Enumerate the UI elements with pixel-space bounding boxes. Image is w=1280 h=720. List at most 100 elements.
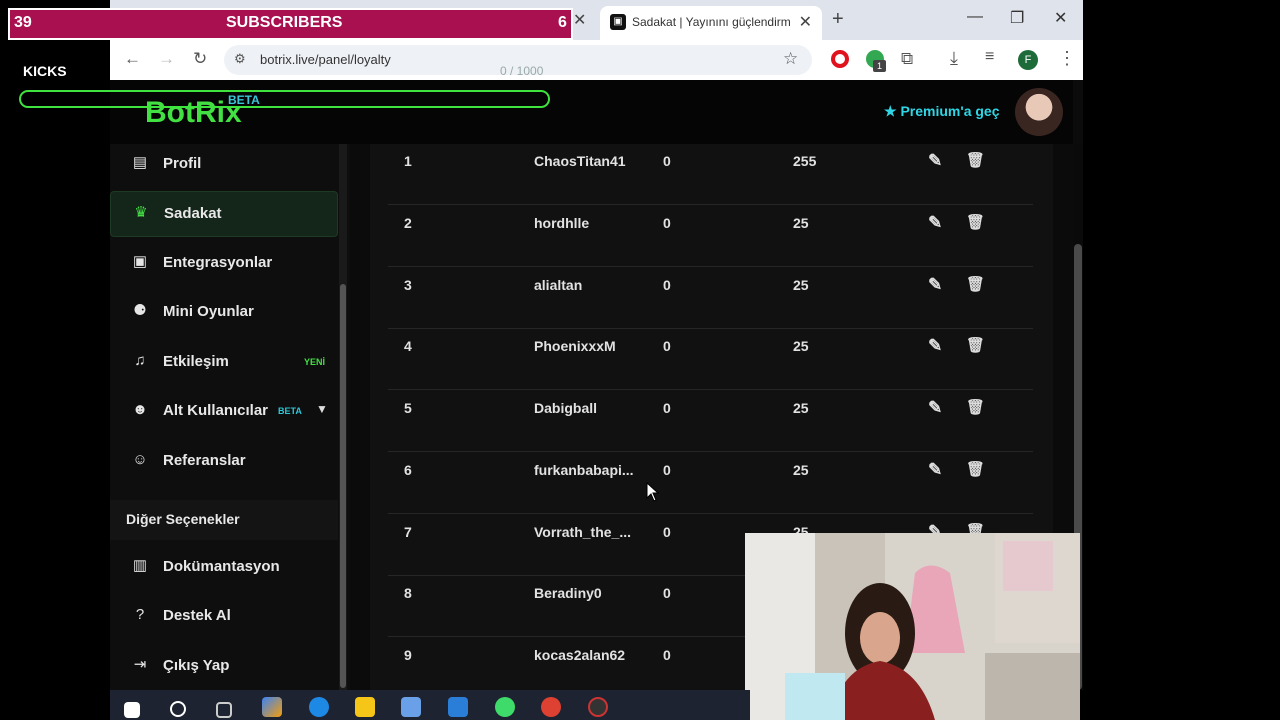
- delete-trash-icon[interactable]: 🗑: [966, 275, 985, 293]
- site-info-icon[interactable]: ⚙: [234, 51, 246, 67]
- id-card-icon: ▤: [132, 154, 148, 171]
- username-cell: alialtan: [534, 277, 583, 293]
- profile-avatar[interactable]: F: [1018, 50, 1038, 70]
- rank-cell: 3: [404, 277, 412, 293]
- sidebar-item-label: Alt Kullanıcılar: [163, 402, 269, 419]
- edit-pencil-icon[interactable]: ✎: [928, 151, 942, 171]
- sidebar-item-dok-mantasyon[interactable]: ▥ Dokümantasyon: [110, 545, 338, 591]
- delete-trash-icon[interactable]: 🗑: [966, 460, 985, 478]
- webcam-feed: [745, 533, 1080, 720]
- reload-icon[interactable]: ↻: [193, 49, 207, 69]
- edit-pencil-icon[interactable]: ✎: [928, 213, 942, 233]
- user-avatar[interactable]: [1015, 88, 1063, 136]
- edit-pencil-icon[interactable]: ✎: [928, 398, 942, 418]
- tab-title: Sadakat | Yayınını güçlendirmek: [632, 15, 790, 29]
- task-view-icon[interactable]: [216, 702, 232, 718]
- table-row: 3 alialtan 0 25 ✎ 🗑: [388, 267, 1033, 329]
- delete-trash-icon[interactable]: 🗑: [966, 151, 985, 169]
- back-icon[interactable]: ←: [124, 49, 141, 69]
- premium-button[interactable]: ★ Premium'a geç: [884, 103, 1000, 120]
- subscribers-target: 6: [558, 14, 567, 31]
- username-cell: hordhlle: [534, 215, 590, 231]
- sidebar-item-referanslar[interactable]: ☺ Referanslar: [110, 439, 338, 485]
- tab-active[interactable]: ▣ Sadakat | Yayınını güçlendirmek ✕: [600, 6, 822, 40]
- mail-icon[interactable]: [448, 697, 468, 717]
- points-cell: 25: [793, 462, 809, 478]
- points-cell: 255: [793, 153, 817, 169]
- sidebar-item-etkile-im[interactable]: ♫ Etkileşim YENİ: [110, 340, 338, 386]
- mouse-cursor-icon: [646, 482, 660, 502]
- table-row: 6 furkanbabapi... 0 25 ✎ 🗑: [388, 452, 1033, 514]
- tab-close-icon[interactable]: ✕: [799, 12, 812, 32]
- sidebar-item-alt-kullan-c-lar[interactable]: ☻ Alt Kullanıcılar BETA ▼: [110, 389, 338, 435]
- table-row: 4 PhoenixxxM 0 25 ✎ 🗑: [388, 328, 1033, 390]
- edge-icon[interactable]: [309, 697, 329, 717]
- chrome-icon[interactable]: [541, 697, 561, 717]
- sidebar-item-label: Profil: [163, 155, 202, 172]
- edit-pencil-icon[interactable]: ✎: [928, 460, 942, 480]
- sidebar-item-entegrasyonlar[interactable]: ▣ Entegrasyonlar: [110, 241, 338, 287]
- extensions-puzzle-icon[interactable]: ⧉: [901, 49, 913, 69]
- beta-badge: BETA: [228, 93, 260, 107]
- username-cell: furkanbabapi...: [534, 462, 634, 478]
- chevron-down-icon[interactable]: ▼: [316, 402, 328, 416]
- rank-cell: 2: [404, 215, 412, 231]
- delete-trash-icon[interactable]: 🗑: [966, 336, 985, 354]
- points-cell: 25: [793, 400, 809, 416]
- browser-menu-icon[interactable]: ⋮: [1058, 48, 1076, 69]
- trophy-icon: ♛: [134, 204, 148, 221]
- search-icon[interactable]: [170, 701, 186, 717]
- edit-pencil-icon[interactable]: ✎: [928, 275, 942, 295]
- sidebar-scroll-thumb[interactable]: [340, 284, 346, 688]
- delete-trash-icon[interactable]: 🗑: [966, 398, 985, 416]
- username-cell: PhoenixxxM: [534, 338, 616, 354]
- store-icon[interactable]: [401, 697, 421, 717]
- music-icon: ♫: [134, 352, 146, 369]
- value-cell: 0: [663, 400, 671, 416]
- username-cell: ChaosTitan41: [534, 153, 626, 169]
- restore-icon[interactable]: ❐: [1010, 8, 1024, 28]
- users-icon: ☻: [132, 401, 148, 418]
- edit-pencil-icon[interactable]: ✎: [928, 336, 942, 356]
- sidebar-item-mini-oyunlar[interactable]: ⚈ Mini Oyunlar: [110, 290, 338, 336]
- bookmark-star-icon[interactable]: ☆: [783, 49, 798, 69]
- gamepad-icon: ⚈: [133, 302, 147, 319]
- download-icon[interactable]: ⤓: [950, 48, 958, 69]
- subscribers-current: 39: [14, 14, 32, 31]
- rank-cell: 4: [404, 338, 412, 354]
- sidebar-item-label: Etkileşim: [163, 353, 229, 370]
- sidebar-item-label: Sadakat: [164, 205, 222, 222]
- window-close-icon[interactable]: ✕: [1054, 8, 1067, 28]
- obs-icon[interactable]: [588, 697, 608, 717]
- kicks-count: 0 / 1000: [500, 64, 544, 78]
- value-cell: 0: [663, 585, 671, 601]
- value-cell: 0: [663, 338, 671, 354]
- windows-start-icon[interactable]: [124, 702, 140, 718]
- star-icon: ★: [884, 103, 897, 119]
- sidebar-item-label: Referanslar: [163, 452, 246, 469]
- tab-close-icon[interactable]: ✕: [573, 10, 586, 30]
- minimize-icon[interactable]: —: [967, 8, 983, 26]
- copilot-icon[interactable]: [262, 697, 282, 717]
- sidebar-item-destek-al[interactable]: ? Destek Al: [110, 594, 338, 640]
- sidebar-item-label: Çıkış Yap: [163, 657, 230, 674]
- sidebar-item-sadakat[interactable]: ♛ Sadakat: [110, 191, 338, 237]
- extension-badge: 1: [873, 60, 886, 72]
- file-explorer-icon[interactable]: [355, 697, 375, 717]
- value-cell: 0: [663, 153, 671, 169]
- new-tab-plus-icon[interactable]: +: [832, 8, 844, 31]
- sidebar-item-label: Mini Oyunlar: [163, 303, 254, 320]
- streaming-app-icon[interactable]: [495, 697, 515, 717]
- opera-extension-icon[interactable]: [831, 50, 849, 68]
- sidebar-item--k-yap[interactable]: ⇥ Çıkış Yap: [110, 644, 338, 690]
- media-control-icon[interactable]: ≡: [985, 48, 994, 66]
- value-cell: 0: [663, 647, 671, 663]
- delete-trash-icon[interactable]: 🗑: [966, 213, 985, 231]
- premium-label: Premium'a geç: [900, 103, 1000, 119]
- sidebar-item-tag: BETA: [278, 406, 302, 416]
- forward-icon[interactable]: →: [158, 49, 175, 69]
- value-cell: 0: [663, 462, 671, 478]
- rank-cell: 1: [404, 153, 412, 169]
- points-cell: 25: [793, 338, 809, 354]
- sidebar-item-profil[interactable]: ▤ Profil: [110, 142, 338, 188]
